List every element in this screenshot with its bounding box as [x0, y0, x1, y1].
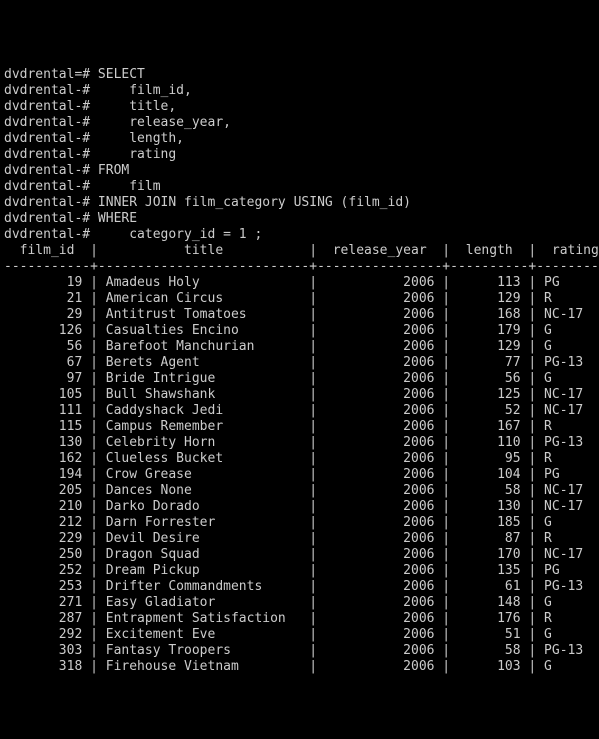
- result-data-row: 19 | Amadeus Holy | 2006 | 113 | PG: [4, 275, 595, 291]
- sql-query-line: dvdrental-# FROM: [4, 163, 595, 179]
- result-data-row: 194 | Crow Grease | 2006 | 104 | PG: [4, 467, 595, 483]
- result-separator-row: -----------+---------------------------+…: [4, 259, 595, 275]
- result-data-row: 29 | Antitrust Tomatoes | 2006 | 168 | N…: [4, 307, 595, 323]
- terminal-output: dvdrental=# SELECTdvdrental-# film_id,dv…: [4, 67, 595, 675]
- result-data-row: 162 | Clueless Bucket | 2006 | 95 | R: [4, 451, 595, 467]
- sql-query-line: dvdrental-# category_id = 1 ;: [4, 227, 595, 243]
- result-data-row: 126 | Casualties Encino | 2006 | 179 | G: [4, 323, 595, 339]
- result-data-row: 56 | Barefoot Manchurian | 2006 | 129 | …: [4, 339, 595, 355]
- sql-query-line: dvdrental-# INNER JOIN film_category USI…: [4, 195, 595, 211]
- sql-query-line: dvdrental-# WHERE: [4, 211, 595, 227]
- result-data-row: 67 | Berets Agent | 2006 | 77 | PG-13: [4, 355, 595, 371]
- result-data-row: 115 | Campus Remember | 2006 | 167 | R: [4, 419, 595, 435]
- sql-query-line: dvdrental-# release_year,: [4, 115, 595, 131]
- result-data-row: 212 | Darn Forrester | 2006 | 185 | G: [4, 515, 595, 531]
- sql-query-line: dvdrental-# length,: [4, 131, 595, 147]
- result-data-row: 303 | Fantasy Troopers | 2006 | 58 | PG-…: [4, 643, 595, 659]
- result-data-row: 97 | Bride Intrigue | 2006 | 56 | G: [4, 371, 595, 387]
- result-data-row: 105 | Bull Shawshank | 2006 | 125 | NC-1…: [4, 387, 595, 403]
- result-header-row: film_id | title | release_year | length …: [4, 243, 595, 259]
- result-data-row: 210 | Darko Dorado | 2006 | 130 | NC-17: [4, 499, 595, 515]
- sql-query-line: dvdrental-# film: [4, 179, 595, 195]
- sql-query-line: dvdrental=# SELECT: [4, 67, 595, 83]
- result-data-row: 287 | Entrapment Satisfaction | 2006 | 1…: [4, 611, 595, 627]
- result-data-row: 252 | Dream Pickup | 2006 | 135 | PG: [4, 563, 595, 579]
- result-data-row: 205 | Dances None | 2006 | 58 | NC-17: [4, 483, 595, 499]
- result-data-row: 111 | Caddyshack Jedi | 2006 | 52 | NC-1…: [4, 403, 595, 419]
- sql-query-line: dvdrental-# film_id,: [4, 83, 595, 99]
- result-data-row: 292 | Excitement Eve | 2006 | 51 | G: [4, 627, 595, 643]
- result-data-row: 253 | Drifter Commandments | 2006 | 61 |…: [4, 579, 595, 595]
- result-data-row: 271 | Easy Gladiator | 2006 | 148 | G: [4, 595, 595, 611]
- sql-query-line: dvdrental-# title,: [4, 99, 595, 115]
- result-data-row: 229 | Devil Desire | 2006 | 87 | R: [4, 531, 595, 547]
- result-data-row: 130 | Celebrity Horn | 2006 | 110 | PG-1…: [4, 435, 595, 451]
- result-data-row: 250 | Dragon Squad | 2006 | 170 | NC-17: [4, 547, 595, 563]
- sql-query-line: dvdrental-# rating: [4, 147, 595, 163]
- result-data-row: 21 | American Circus | 2006 | 129 | R: [4, 291, 595, 307]
- result-data-row: 318 | Firehouse Vietnam | 2006 | 103 | G: [4, 659, 595, 675]
